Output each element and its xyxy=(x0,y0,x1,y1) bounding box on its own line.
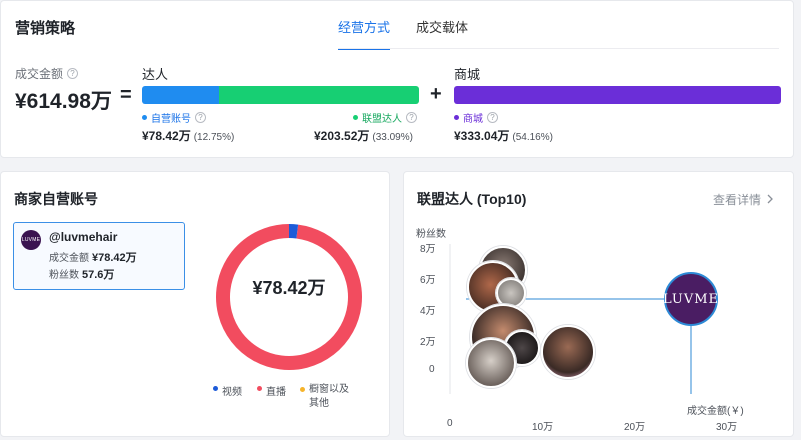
legend-live-label: 直播 xyxy=(266,387,286,398)
gmv-label-text: 成交金额 xyxy=(15,67,64,81)
creator-group-label: 达人 xyxy=(142,67,169,82)
scatter-plot-area xyxy=(449,244,692,394)
live-dot-icon xyxy=(257,386,262,391)
legend-window[interactable]: 橱窗以及其他 xyxy=(300,383,356,411)
legend-video-label: 视频 xyxy=(222,387,242,398)
account-fans-label: 粉丝数 xyxy=(49,270,79,281)
self-amount-value: ¥78.42万 xyxy=(142,129,191,143)
help-icon[interactable]: ? xyxy=(67,68,79,79)
window-dot-icon xyxy=(300,387,305,392)
self-account-card: 商家自营账号 LUVME @luvmehair 成交金额 ¥78.42万 粉丝数 5… xyxy=(0,171,390,437)
help-icon[interactable]: ? xyxy=(195,112,206,123)
tab-business-mode[interactable]: 经营方式 xyxy=(338,17,391,50)
legend-self-account: 自营账号 ? xyxy=(142,110,206,125)
card-title: 商家自营账号 xyxy=(14,191,98,207)
legend-mall-label: 商城 xyxy=(463,114,483,125)
plus-sign: + xyxy=(430,83,442,105)
self-account-amount: ¥78.42万 (12.75%) xyxy=(142,127,234,144)
self-account-segment[interactable] xyxy=(142,86,220,104)
alliance-creator-amount: ¥203.52万 (33.09%) xyxy=(314,127,413,144)
x-tick: 10万 xyxy=(532,422,554,433)
alliance-amount-pct: (33.09%) xyxy=(372,132,413,143)
account-gmv-label: 成交金额 xyxy=(49,253,89,264)
legend-alliance-label: 联盟达人 xyxy=(362,114,402,125)
section-title: 营销策略 xyxy=(15,20,76,37)
creator-avatar-bubble[interactable] xyxy=(541,325,595,379)
legend-window-label: 橱窗以及其他 xyxy=(309,384,349,409)
alliance-dot-icon xyxy=(353,115,358,120)
mall-share-bar xyxy=(454,86,781,104)
marketing-strategy-card: 营销策略 经营方式 成交载体 成交金额 ? ¥614.98万 = 达人 自营账号… xyxy=(0,0,794,158)
account-name: @luvmehair xyxy=(49,230,118,244)
account-gmv: 成交金额 ¥78.42万 xyxy=(49,249,137,265)
legend-video[interactable]: 视频 xyxy=(213,383,242,398)
account-item[interactable]: LUVME @luvmehair 成交金额 ¥78.42万 粉丝数 57.6万 xyxy=(13,222,185,290)
mall-amount-value: ¥333.04万 xyxy=(454,129,510,143)
video-dot-icon xyxy=(213,386,218,391)
gmv-label: 成交金额 ? xyxy=(15,65,79,82)
legend-live[interactable]: 直播 xyxy=(257,383,286,398)
self-amount-pct: (12.75%) xyxy=(193,132,235,143)
legend-alliance-creator: 联盟达人 ? xyxy=(353,110,417,125)
x-tick: 0 xyxy=(447,418,453,429)
x-tick: 20万 xyxy=(624,422,646,433)
legend-self-label: 自营账号 xyxy=(151,114,191,125)
highlighted-creator-bubble[interactable]: LUVME xyxy=(663,272,718,326)
x-axis-title: 成交金额(￥) xyxy=(687,406,744,417)
gmv-total-value: ¥614.98万 xyxy=(15,90,112,113)
mall-amount-pct: (54.16%) xyxy=(512,132,553,143)
tab-bar: 经营方式 成交载体 xyxy=(338,17,468,50)
legend-mall: 商城 ? xyxy=(454,110,498,125)
help-icon[interactable]: ? xyxy=(487,112,498,123)
tab-divider xyxy=(338,48,779,49)
mall-amount: ¥333.04万 (54.16%) xyxy=(454,127,553,144)
donut-center-value: ¥78.42万 xyxy=(252,278,326,298)
creator-share-bar xyxy=(142,86,419,104)
avatar: LUVME xyxy=(21,230,41,250)
account-fans-value: 57.6万 xyxy=(82,269,115,281)
help-icon[interactable]: ? xyxy=(406,112,417,123)
mall-dot-icon xyxy=(454,115,459,120)
creator-avatar-bubble[interactable] xyxy=(466,338,516,388)
alliance-amount-value: ¥203.52万 xyxy=(314,129,370,143)
alliance-creator-segment[interactable] xyxy=(219,86,419,104)
mall-segment[interactable] xyxy=(454,86,781,104)
account-fans: 粉丝数 57.6万 xyxy=(49,266,114,282)
equals-sign: = xyxy=(120,84,132,106)
account-gmv-value: ¥78.42万 xyxy=(92,252,137,264)
x-tick: 30万 xyxy=(716,422,738,433)
tab-deal-carrier[interactable]: 成交载体 xyxy=(416,17,468,50)
self-dot-icon xyxy=(142,115,147,120)
alliance-creator-card: 联盟达人 (Top10) 查看详情 粉丝数 8万 6万 4万 2万 0 LUVM… xyxy=(403,171,794,437)
mall-group-label: 商城 xyxy=(454,67,481,82)
